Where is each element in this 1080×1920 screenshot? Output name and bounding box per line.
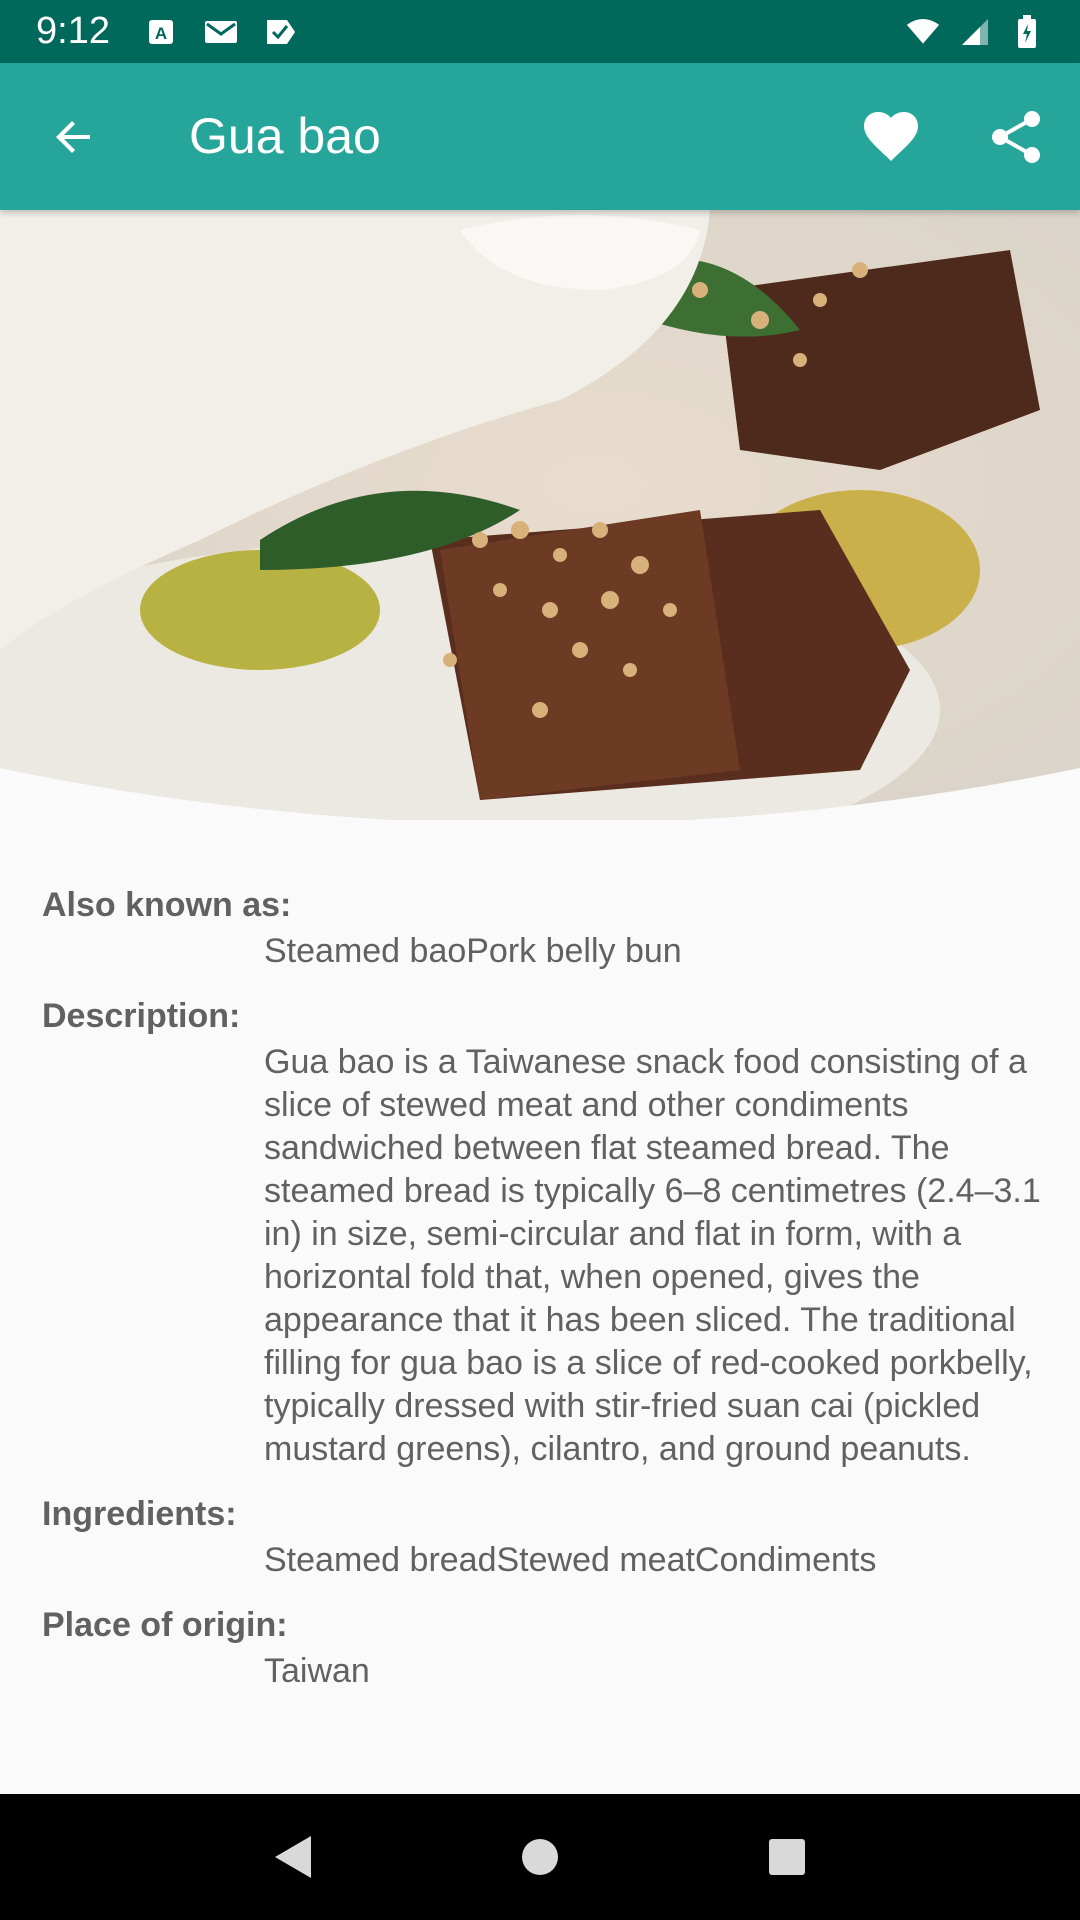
nav-home-icon	[521, 1839, 558, 1875]
field-ingredients: Ingredients: Steamed breadStewed meatCon…	[0, 1489, 1080, 1582]
also-known-as-label: Also known as:	[42, 886, 292, 924]
a-icon: A	[144, 15, 178, 49]
place-of-origin-label: Place of origin:	[42, 1606, 288, 1644]
app-bar: Gua bao	[0, 63, 1080, 210]
svg-text:A: A	[155, 24, 167, 43]
nav-home-button[interactable]	[500, 1817, 580, 1897]
nav-recents-button[interactable]	[747, 1817, 827, 1897]
wifi-icon	[906, 15, 940, 49]
field-place-of-origin: Place of origin: Taiwan	[0, 1600, 1080, 1693]
signal-icon	[958, 15, 992, 49]
place-of-origin-value: Taiwan	[264, 1652, 370, 1690]
details-section: Also known as: Steamed baoPork belly bun…	[0, 880, 1080, 1711]
battery-icon	[1010, 14, 1044, 49]
nav-recents-icon	[768, 1839, 805, 1875]
system-nav-bar	[0, 1794, 1080, 1920]
description-value: Gua bao is a Taiwanese snack food consis…	[264, 1043, 1041, 1468]
status-time: 9:12	[36, 10, 110, 52]
arrow-back-icon	[56, 121, 90, 153]
mail-icon	[204, 15, 238, 49]
nav-back-button[interactable]	[253, 1817, 333, 1897]
back-button[interactable]	[40, 103, 108, 171]
favorite-button[interactable]	[855, 101, 927, 173]
ingredients-label: Ingredients:	[42, 1495, 237, 1533]
hero-image	[0, 210, 1080, 820]
page-title: Gua bao	[189, 108, 381, 164]
description-label: Description:	[42, 997, 241, 1035]
share-icon	[992, 111, 1040, 163]
heart-icon	[864, 112, 918, 161]
status-notifications: A	[144, 15, 298, 49]
field-description: Description: Gua bao is a Taiwanese snac…	[0, 991, 1080, 1471]
ingredients-value: Steamed breadStewed meatCondiments	[264, 1541, 877, 1579]
status-system-icons	[906, 14, 1044, 49]
also-known-as-value: Steamed baoPork belly bun	[264, 932, 682, 970]
field-also-known-as: Also known as: Steamed baoPork belly bun	[0, 880, 1080, 973]
nav-back-icon	[275, 1836, 312, 1878]
share-button[interactable]	[980, 101, 1052, 173]
status-bar: 9:12 A	[0, 0, 1080, 63]
gua-bao-photo	[0, 210, 1080, 820]
checkbox-icon	[264, 15, 298, 49]
